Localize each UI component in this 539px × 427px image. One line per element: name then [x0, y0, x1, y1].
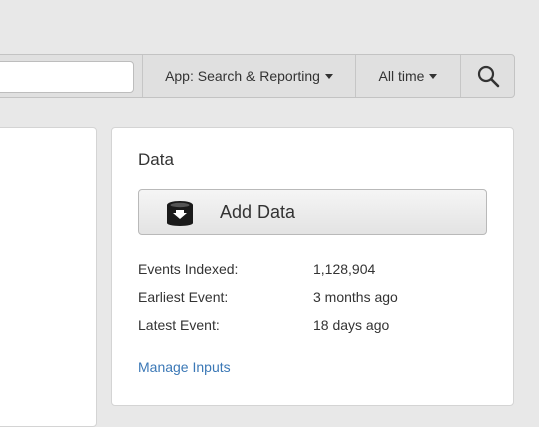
database-import-icon [167, 201, 193, 226]
search-button[interactable] [461, 55, 514, 97]
events-indexed-value: 1,128,904 [313, 261, 376, 277]
time-range-caret-icon [429, 74, 438, 79]
latest-event-label: Latest Event: [138, 317, 220, 333]
events-indexed-label: Events Indexed: [138, 261, 239, 277]
manage-inputs-link[interactable]: Manage Inputs [138, 359, 231, 375]
add-data-button[interactable]: Add Data [138, 189, 487, 235]
time-range-dropdown[interactable]: All time [356, 55, 460, 97]
earliest-event-label: Earliest Event: [138, 289, 229, 305]
left-panel [0, 127, 97, 427]
app-dropdown[interactable]: App: Search & Reporting [143, 55, 355, 97]
panel-title: Data [138, 150, 174, 169]
add-data-label: Add Data [220, 202, 296, 222]
app-dropdown-caret-icon [324, 74, 333, 79]
search-input[interactable] [0, 61, 134, 93]
data-panel: Data Add Data Events Indexed: 1,128,904 … [111, 127, 514, 406]
latest-event-value: 18 days ago [313, 317, 390, 333]
search-icon [477, 65, 499, 88]
app-dropdown-label: App: Search & Reporting [165, 68, 320, 84]
earliest-event-value: 3 months ago [313, 289, 398, 305]
time-range-label: All time [378, 68, 425, 84]
